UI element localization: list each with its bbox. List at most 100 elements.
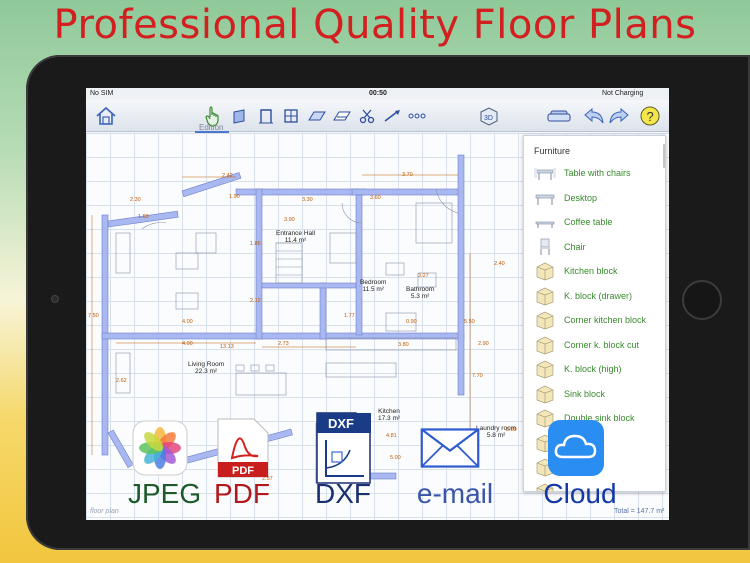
home-button[interactable] bbox=[682, 280, 722, 320]
dimension-label: 3.27 bbox=[418, 273, 429, 279]
furniture-item[interactable]: Coffee table bbox=[534, 211, 664, 233]
home-plan-button[interactable] bbox=[94, 105, 118, 127]
window-tool-button[interactable] bbox=[281, 105, 301, 127]
room-living[interactable]: Living Room 22.3 m² bbox=[188, 361, 224, 376]
redo-arrow-icon bbox=[609, 107, 629, 124]
room-entrance[interactable]: Entrance Hall 11.4 m² bbox=[276, 230, 315, 245]
svg-text:?: ? bbox=[647, 109, 654, 124]
wall-tool-button[interactable] bbox=[230, 105, 250, 127]
room-area: 17.3 m² bbox=[378, 415, 401, 423]
export-email-button[interactable] bbox=[420, 418, 480, 478]
svg-text:3D: 3D bbox=[484, 115, 493, 122]
scissors-icon bbox=[359, 109, 375, 124]
room-area: 5.8 m² bbox=[486, 432, 506, 440]
furniture-item[interactable]: K. block (drawer) bbox=[534, 285, 664, 307]
dimension-label: 3.29 bbox=[506, 427, 517, 433]
furniture-item[interactable]: Chair bbox=[534, 236, 664, 258]
furniture-item-label: Sink block bbox=[564, 388, 606, 399]
export-jpeg-button[interactable] bbox=[130, 418, 190, 478]
dxf-icon: DXF bbox=[316, 412, 371, 484]
furniture-item[interactable]: K. block (high) bbox=[534, 358, 664, 380]
dimension-label: 13.13 bbox=[220, 344, 234, 350]
dimension-label: 3.70 bbox=[402, 172, 413, 178]
desktop-icon bbox=[534, 188, 556, 208]
dimension-label: 3.60 bbox=[370, 195, 381, 201]
floor-plan-name: floor plan bbox=[90, 508, 119, 515]
panel-title: Furniture bbox=[534, 146, 571, 156]
dimension-label: 1.85 bbox=[250, 241, 261, 247]
house-icon bbox=[96, 106, 116, 125]
wall-icon bbox=[233, 109, 245, 124]
furniture-item[interactable]: Table with chairs bbox=[534, 162, 664, 184]
kitchen-block-high-icon bbox=[534, 359, 556, 379]
redo-button[interactable] bbox=[608, 105, 630, 127]
surface-tool-button[interactable] bbox=[331, 105, 353, 127]
dimension-label: 3.90 bbox=[284, 217, 295, 223]
measure-tool-button[interactable] bbox=[381, 105, 403, 127]
furniture-item-label: Coffee table bbox=[564, 217, 613, 227]
furniture-item[interactable]: Corner k. block cut bbox=[534, 334, 664, 356]
kitchen-block-icon bbox=[534, 261, 556, 281]
furniture-item[interactable]: Corner kitchen block bbox=[534, 309, 664, 331]
status-bar: No SIM 00:50 Not Charging bbox=[86, 88, 669, 100]
photos-icon bbox=[132, 420, 188, 476]
kitchen-block-drawer-icon bbox=[534, 286, 556, 306]
chair-icon bbox=[534, 237, 556, 257]
furniture-item[interactable]: Sink block bbox=[534, 383, 664, 405]
help-button[interactable]: ? bbox=[638, 105, 662, 127]
dimension-label: 5.00 bbox=[390, 455, 401, 461]
clock-text: 00:50 bbox=[369, 90, 387, 97]
room-bedroom[interactable]: Bedroom 11.5 m² bbox=[360, 279, 386, 294]
sofa-icon bbox=[547, 110, 571, 122]
dimension-label: 2.90 bbox=[478, 341, 489, 347]
dimension-label: 3.30 bbox=[302, 197, 313, 203]
undo-arrow-icon bbox=[584, 107, 604, 124]
table-with-chairs-icon bbox=[534, 163, 556, 183]
svg-text:DXF: DXF bbox=[328, 416, 354, 431]
room-name: Bedroom bbox=[360, 279, 387, 286]
furniture-item-label: Table with chairs bbox=[564, 168, 631, 178]
sink-block-icon bbox=[534, 384, 556, 404]
dimension-label: 4.00 bbox=[182, 319, 193, 325]
room-name: Bathroom bbox=[406, 286, 435, 293]
help-question-icon: ? bbox=[640, 106, 660, 126]
room-kitchen[interactable]: Kitchen 17.3 m² bbox=[378, 408, 400, 423]
export-email-label: e-mail bbox=[416, 478, 494, 509]
dimension-label: 5.50 bbox=[464, 319, 475, 325]
dimension-label: 1.90 bbox=[229, 194, 240, 200]
furniture-item[interactable]: Kitchen block bbox=[534, 260, 664, 282]
dimension-label: 7.70 bbox=[472, 373, 483, 379]
furniture-item-label: Desktop bbox=[564, 192, 598, 203]
furniture-item-label: Corner kitchen block bbox=[564, 315, 647, 325]
export-jpeg-label: JPEG bbox=[128, 478, 202, 509]
surface-icon bbox=[333, 111, 351, 121]
room-name: Living Room bbox=[188, 361, 225, 368]
floor-tool-button[interactable] bbox=[306, 105, 328, 127]
room-bathroom[interactable]: Bathroom 5.3 m² bbox=[406, 286, 434, 301]
floor-icon bbox=[308, 111, 326, 121]
more-tools-button[interactable] bbox=[406, 105, 428, 127]
export-pdf-label: PDF bbox=[214, 478, 270, 509]
export-cloud-button[interactable] bbox=[546, 418, 606, 478]
mail-icon bbox=[420, 428, 480, 468]
export-dxf-button[interactable]: DXF bbox=[313, 412, 373, 484]
dimension-label: 1.60 bbox=[138, 214, 149, 220]
toolbar: 3D ? bbox=[86, 100, 669, 132]
furniture-item[interactable]: Desktop bbox=[534, 187, 664, 209]
dimension-label: 1.77 bbox=[344, 313, 355, 319]
dimension-label: 2.40 bbox=[494, 261, 505, 267]
room-name: Entrance Hall bbox=[276, 230, 316, 237]
carrier-text: No SIM bbox=[90, 90, 114, 97]
export-pdf-button[interactable]: PDF bbox=[212, 418, 272, 478]
undo-button[interactable] bbox=[583, 105, 605, 127]
cut-tool-button[interactable] bbox=[357, 105, 377, 127]
view-3d-button[interactable]: 3D bbox=[477, 105, 501, 127]
room-area: 22.3 m² bbox=[195, 368, 218, 376]
door-tool-button[interactable] bbox=[256, 105, 276, 127]
dimension-label: 2.73 bbox=[278, 341, 289, 347]
furniture-button[interactable] bbox=[546, 105, 572, 127]
dimension-label: 2.30 bbox=[130, 197, 141, 203]
furniture-item-label: Kitchen block bbox=[564, 266, 618, 276]
coffee-table-icon bbox=[534, 212, 556, 232]
room-area: 5.3 m² bbox=[410, 293, 430, 301]
